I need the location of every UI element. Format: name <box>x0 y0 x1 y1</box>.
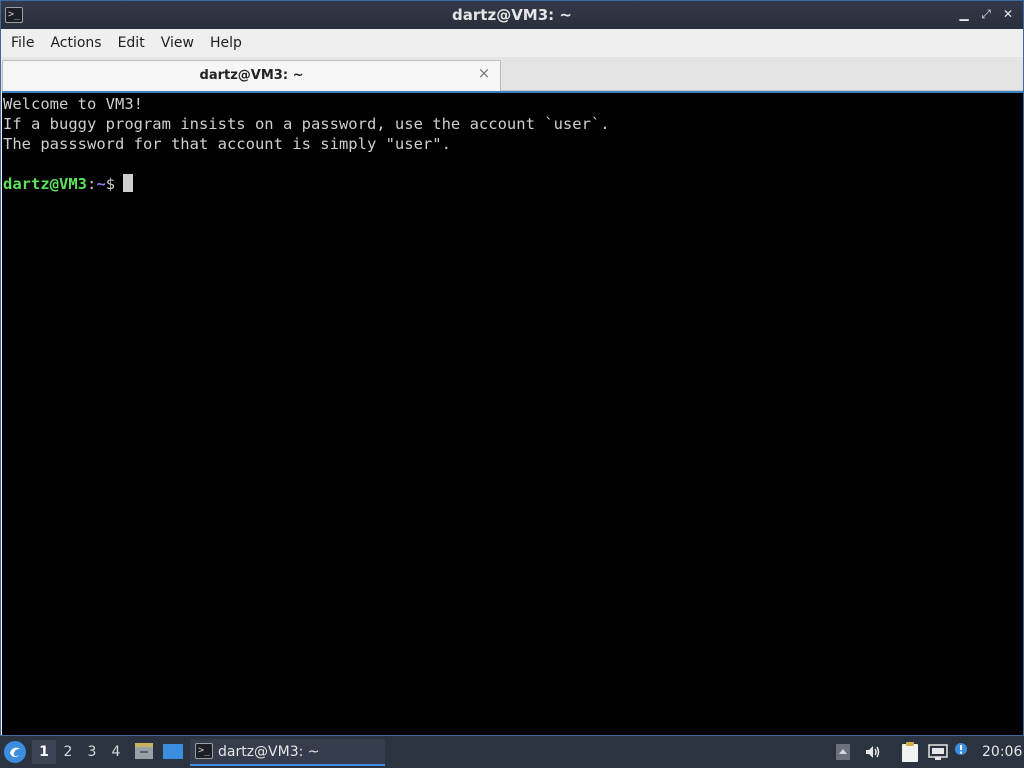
menu-bar: File Actions Edit View Help <box>1 29 1023 57</box>
notification-icon[interactable] <box>954 741 968 760</box>
prompt-user-host: dartz@VM3 <box>3 175 87 193</box>
title-bar[interactable]: >_ dartz@VM3: ~ ▁ ⤢ ✕ <box>1 1 1023 29</box>
task-label: dartz@VM3: ~ <box>218 744 320 760</box>
show-desktop-icon[interactable] <box>162 743 184 760</box>
terminal-output[interactable]: Welcome to VM3! If a buggy program insis… <box>2 91 1023 735</box>
terminal-line: Welcome to VM3! <box>3 95 143 113</box>
terminal-window: >_ dartz@VM3: ~ ▁ ⤢ ✕ File Actions Edit … <box>0 0 1024 736</box>
tab-close-icon[interactable]: × <box>476 65 492 81</box>
terminal-prompt: dartz@VM3:~$ <box>3 174 1023 194</box>
network-icon[interactable] <box>928 743 948 765</box>
clipboard-icon[interactable] <box>900 741 920 767</box>
start-menu-icon[interactable] <box>4 741 26 763</box>
window-controls: ▁ ⤢ ✕ <box>957 6 1015 22</box>
workspace-4[interactable]: 4 <box>104 740 128 764</box>
tab-label: dartz@VM3: ~ <box>199 68 304 83</box>
prompt-path: ~ <box>96 175 106 193</box>
menu-edit[interactable]: Edit <box>110 31 153 55</box>
maximize-button[interactable]: ⤢ <box>979 6 993 22</box>
minimize-button[interactable]: ▁ <box>957 6 971 22</box>
workspace-switcher: 1 2 3 4 <box>32 740 128 764</box>
task-terminal[interactable]: >_ dartz@VM3: ~ <box>190 739 385 766</box>
menu-actions[interactable]: Actions <box>42 31 109 55</box>
file-manager-icon[interactable] <box>134 742 154 760</box>
tab-terminal[interactable]: dartz@VM3: ~ × <box>2 60 501 91</box>
tab-bar: dartz@VM3: ~ × <box>1 57 1023 91</box>
terminal-icon: >_ <box>195 743 213 759</box>
volume-icon[interactable] <box>864 743 882 765</box>
workspace-3[interactable]: 3 <box>80 740 104 764</box>
terminal-line: If a buggy program insists on a password… <box>3 115 610 133</box>
menu-help[interactable]: Help <box>202 31 250 55</box>
window-title: dartz@VM3: ~ <box>452 6 572 24</box>
prompt-symbol: $ <box>105 175 116 193</box>
taskbar: 1 2 3 4 >_ dartz@VM3: ~ 20:06 <box>0 736 1024 768</box>
menu-file[interactable]: File <box>3 31 42 55</box>
prompt-separator: : <box>87 175 97 193</box>
close-button[interactable]: ✕ <box>1001 6 1015 22</box>
clock[interactable]: 20:06 <box>982 744 1022 760</box>
terminal-line: The passsword for that account is simply… <box>3 135 451 153</box>
menu-view[interactable]: View <box>153 31 202 55</box>
workspace-2[interactable]: 2 <box>56 740 80 764</box>
workspace-1[interactable]: 1 <box>32 740 56 764</box>
tray-expand-icon[interactable] <box>835 743 851 765</box>
terminal-cursor <box>123 174 134 192</box>
